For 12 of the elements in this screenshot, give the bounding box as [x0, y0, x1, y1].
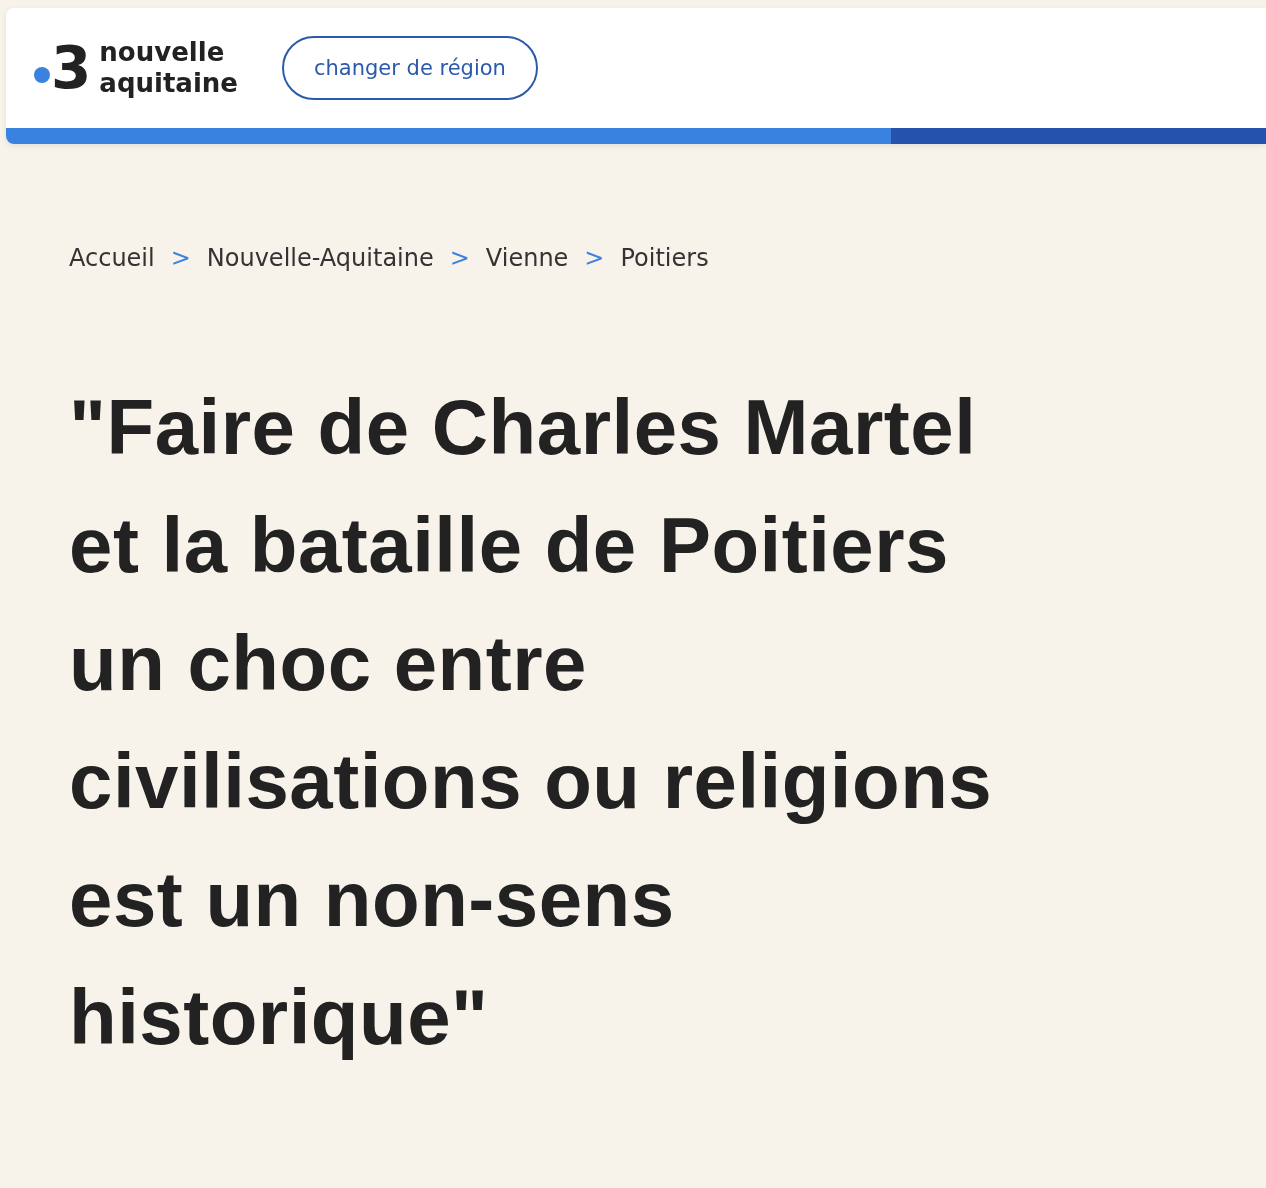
article-title: "Faire de Charles Martel et la bataille de Poitiers un choc entre civilisations ou religions est un non-sens historique" [69, 382, 994, 1063]
breadcrumb-separator: > [449, 244, 470, 272]
breadcrumb-link[interactable]: Nouvelle-Aquitaine [206, 244, 434, 272]
change-region-button[interactable]: changer de région [281, 36, 538, 100]
breadcrumb-separator: > [584, 244, 605, 272]
logo-name: nouvelle aquitaine [99, 37, 238, 99]
breadcrumb-link[interactable]: Vienne [485, 244, 569, 272]
logo-dot-icon [34, 67, 50, 83]
breadcrumb-separator: > [170, 244, 191, 272]
logo-number: 3 [51, 39, 92, 97]
breadcrumb-link[interactable]: Poitiers [620, 244, 709, 272]
breadcrumb-link[interactable]: Accueil [69, 244, 155, 272]
